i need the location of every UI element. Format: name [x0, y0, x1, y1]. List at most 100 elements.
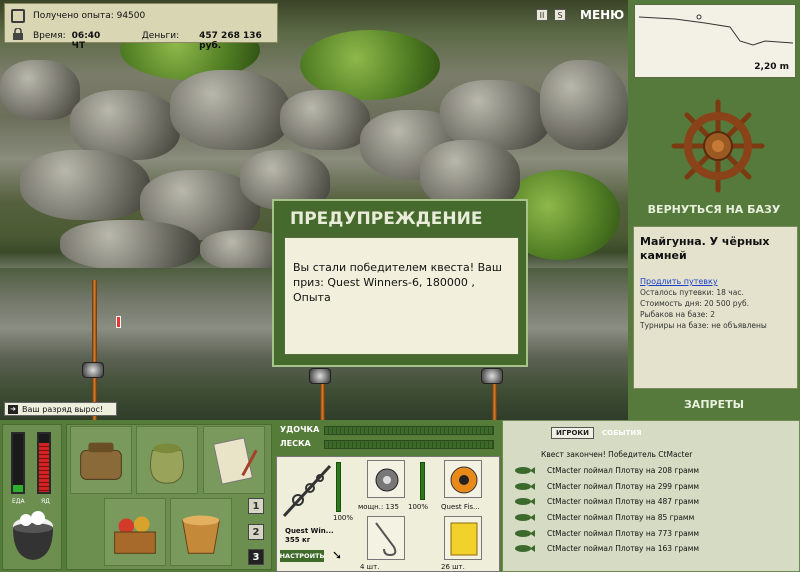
- quick-slot-3[interactable]: 3: [248, 549, 264, 565]
- fish-icon: [515, 467, 535, 475]
- return-to-base-button[interactable]: ВЕРНУТЬСЯ НА БАЗУ: [628, 203, 800, 216]
- fish-icon: [515, 514, 535, 522]
- food-basket-slot[interactable]: [104, 498, 166, 566]
- experience-text: Получено опыта: 94500: [33, 11, 146, 21]
- bait-slot[interactable]: [444, 516, 482, 560]
- bobber: [116, 316, 121, 328]
- arrow-right-icon: ➜: [8, 404, 18, 414]
- rod-weight: 355 кг: [285, 536, 311, 544]
- experience-icon: [11, 9, 25, 23]
- line-spool-icon: [450, 466, 478, 494]
- dialog-message-box: Вы стали победителем квеста! Ваш приз: Q…: [284, 237, 519, 355]
- hook-slot[interactable]: [367, 516, 405, 560]
- time-value: 06:40 ЧТ: [71, 31, 101, 51]
- event-list: Квест закончен! Победитель CtMacter CtMac…: [507, 447, 797, 557]
- location-title: Майгунна. У чёрных камней: [640, 235, 770, 262]
- event-row: CtMacter поймал Плотву на 208 грамм: [507, 463, 797, 479]
- arrow-down-right-icon: ➘: [332, 548, 343, 562]
- tournaments-status: Турниры на базе: не объявлены: [640, 321, 767, 330]
- bag-slot[interactable]: [70, 426, 132, 494]
- event-text: CtMacter поймал Плотву на 85 грамм: [547, 513, 695, 523]
- rank-up-toast[interactable]: ➜ Ваш разряд вырос!: [4, 402, 117, 416]
- line-tension-bar: [324, 440, 494, 449]
- event-row: CtMacter поймал Плотву на 85 грамм: [507, 510, 797, 526]
- events-panel: ИГРОКИ СОБЫТИЯ Квест закончен! Победител…: [502, 420, 800, 572]
- rod-tension-label: УДОЧКА: [280, 425, 320, 434]
- event-text: CtMacter поймал Плотву на 208 грамм: [547, 466, 700, 476]
- rod-tension-bar: [324, 426, 494, 435]
- rock: [280, 90, 370, 150]
- poison-bar: [37, 432, 51, 494]
- reel-condition-bar: [420, 462, 425, 500]
- event-text: Квест закончен! Победитель CtMacter: [541, 450, 693, 460]
- line-slot[interactable]: [444, 460, 482, 498]
- hook-count: 4 шт.: [360, 563, 380, 571]
- fish-icon: [515, 529, 535, 537]
- rod-icon[interactable]: [280, 460, 336, 520]
- permit-remaining: Осталось путевки: 18 час.: [640, 288, 744, 297]
- rock: [0, 60, 80, 120]
- money-label: Деньги:: [141, 31, 180, 41]
- lock-icon: [13, 28, 23, 40]
- reel-left: [82, 362, 104, 378]
- location-panel: Майгунна. У чёрных камней Продлить путев…: [633, 226, 798, 389]
- pause-button[interactable]: II: [536, 9, 548, 21]
- notebook-slot[interactable]: [203, 426, 265, 494]
- reel-slot[interactable]: [367, 460, 405, 498]
- line-tension-label: ЛЕСКА: [280, 439, 311, 448]
- menu-button[interactable]: МЕНЮ: [580, 8, 624, 22]
- fishing-rod-left[interactable]: [92, 280, 97, 420]
- events-tabs: ИГРОКИ СОБЫТИЯ: [551, 427, 644, 439]
- fishers-on-base: Рыбаков на базе: 2: [640, 310, 715, 319]
- notebook-icon: [213, 437, 258, 485]
- event-text: CtMacter поймал Плотву на 773 грамм: [547, 528, 700, 538]
- rock: [20, 150, 150, 220]
- event-text: CtMacter поймал Плотву на 299 грамм: [547, 481, 700, 491]
- bait-icon: [450, 522, 478, 556]
- food-label: ЕДА: [12, 498, 25, 505]
- event-text: CtMacter поймал Плотву на 163 грамм: [547, 544, 700, 554]
- poison-label: ЯД: [41, 498, 50, 505]
- fish-icon: [515, 498, 535, 506]
- warning-dialog: ПРЕДУПРЕЖДЕНИЕ Вы стали победителем квес…: [272, 199, 528, 367]
- bait-count: 26 шт.: [441, 563, 465, 571]
- money-value: 457 268 136 руб.: [199, 31, 262, 51]
- fish-icon: [515, 545, 535, 553]
- cauldron-icon[interactable]: [8, 510, 58, 566]
- rock: [540, 60, 628, 150]
- fish-icon: [515, 482, 535, 490]
- depth-value: 2,20 m: [754, 62, 789, 72]
- bucket-icon: [182, 515, 220, 554]
- quick-slot-1[interactable]: 1: [248, 498, 264, 514]
- reel-percent: 100%: [408, 503, 429, 511]
- sack-slot[interactable]: [136, 426, 198, 494]
- bag-icon: [80, 442, 122, 480]
- depth-profile: 2,20 m: [634, 4, 796, 78]
- rock: [170, 70, 290, 150]
- tab-players[interactable]: ИГРОКИ: [551, 427, 594, 439]
- toast-text: Ваш разряд вырос!: [22, 404, 104, 414]
- day-cost: Стоимость дня: 20 500 руб.: [640, 299, 749, 308]
- extend-permit-link[interactable]: Продлить путевку: [640, 277, 791, 286]
- reel-icon: [375, 468, 399, 492]
- line-caption: Quest Fis...: [441, 503, 480, 511]
- vegetable-basket-icon: [114, 516, 156, 554]
- reel-right: [481, 368, 503, 384]
- event-row: Квест закончен! Победитель CtMacter: [507, 447, 797, 463]
- quick-slot-2[interactable]: 2: [248, 524, 264, 540]
- rock: [60, 220, 200, 270]
- dialog-title: ПРЕДУПРЕЖДЕНИЕ: [290, 209, 483, 229]
- setup-button[interactable]: НАСТРОИТЬ: [280, 550, 324, 562]
- event-row: CtMacter поймал Плотву на 773 грамм: [507, 525, 797, 541]
- food-bar-fill: [13, 485, 23, 492]
- rod-percent: 100%: [333, 514, 354, 522]
- bucket-slot[interactable]: [170, 498, 232, 566]
- ship-wheel-icon[interactable]: [670, 98, 766, 194]
- event-row: CtMacter поймал Плотву на 163 грамм: [507, 541, 797, 557]
- sound-button[interactable]: S: [554, 9, 566, 21]
- dialog-message: Вы стали победителем квеста! Ваш приз: Q…: [293, 261, 502, 304]
- player-info-box: Получено опыта: 94500 Время: 06:40 ЧТ Де…: [4, 3, 278, 51]
- bans-button[interactable]: ЗАПРЕТЫ: [628, 398, 800, 411]
- tab-events[interactable]: СОБЫТИЯ: [600, 427, 644, 439]
- poison-bar-fill: [39, 442, 49, 492]
